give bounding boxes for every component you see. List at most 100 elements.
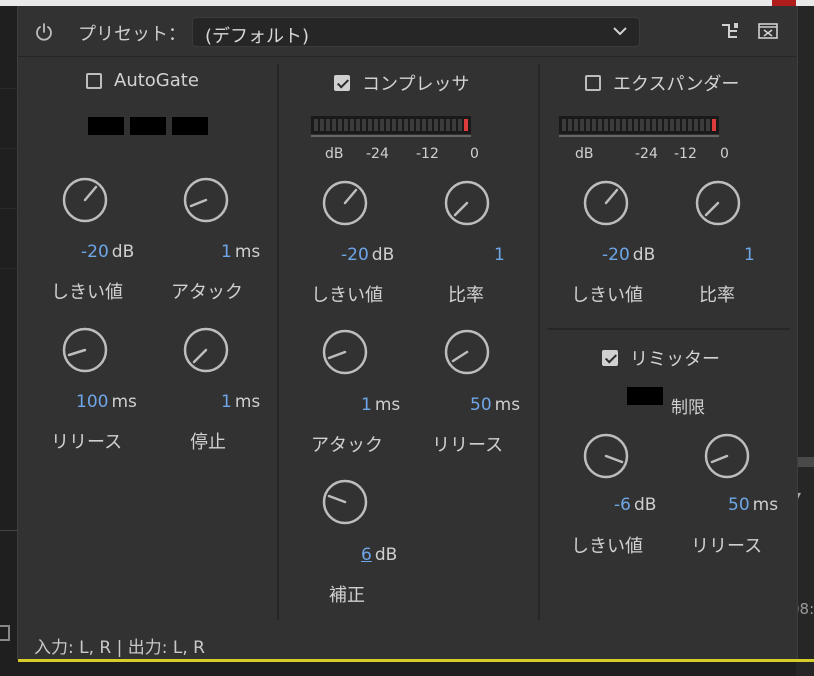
limiter-header[interactable]: リミッター [602,345,720,371]
meter-segment [434,119,438,131]
limiter-release-knob[interactable] [703,432,751,480]
meter-segment [422,119,426,131]
meter-segment [440,119,444,131]
autogate-checkbox[interactable] [86,72,102,89]
limiter-checkbox[interactable] [602,350,618,366]
background-scroll-thumb[interactable] [796,457,814,467]
compressor-makeup-label: 補正 [329,585,365,606]
autogate-threshold-label: しきい値 [51,282,123,303]
autogate-release-label: リリース [51,432,123,453]
autogate-threshold-knob[interactable] [61,176,109,224]
meter-segment [682,119,686,131]
limiter-release-value[interactable]: 50 ms [728,495,778,515]
meter-segment [700,119,704,131]
autogate-hold-knob[interactable] [182,326,230,374]
compressor-threshold-value[interactable]: -20 dB [341,245,394,265]
compressor-header[interactable]: コンプレッサ [334,70,469,96]
compressor-level-meter [311,116,471,137]
expander-meter-scale-label: -12 [674,146,697,162]
background-yellow-bar [18,659,814,662]
autogate-attack-knob[interactable] [182,176,230,224]
meter-segment [392,119,396,131]
compressor-title: コンプレッサ [362,74,470,95]
meter-segment [416,119,420,131]
expander-ratio-knob[interactable] [694,179,742,227]
meter-segment [574,119,578,131]
chevron-down-icon [613,27,627,36]
limiter-threshold-value[interactable]: -6 dB [614,495,656,515]
expander-header[interactable]: エクスパンダー [585,70,739,96]
expander-title: エクスパンダー [613,74,740,95]
compressor-meter-scale-label: dB [325,146,344,162]
channel-routing-icon[interactable] [720,22,740,40]
meter-segment [664,119,668,131]
compressor-meter-scale-label: 0 [470,146,479,162]
meter-segment [670,119,674,131]
compressor-ratio-label: 比率 [448,285,484,306]
meter-segment [598,119,602,131]
meter-segment [634,119,638,131]
meter-segment [688,119,692,131]
compressor-attack-value[interactable]: 1 ms [361,395,400,415]
autogate-threshold-value[interactable]: -20 dB [81,242,134,262]
background-timeline [796,6,814,676]
compressor-ratio-knob[interactable] [443,179,491,227]
expander-threshold-value[interactable]: -20 dB [602,245,655,265]
expander-checkbox[interactable] [585,75,601,91]
header-divider [18,56,797,57]
compressor-threshold-knob[interactable] [321,179,369,227]
compressor-release-knob[interactable] [443,328,491,376]
meter-segment [652,119,656,131]
meter-segment [386,119,390,131]
meter-segment [592,119,596,131]
autogate-hold-label: 停止 [190,432,226,453]
io-channels-status: 入力: L, R | 出力: L, R [34,638,205,658]
autogate-title: AutoGate [114,70,199,91]
meter-segment [622,119,626,131]
meter-segment [458,119,462,131]
meter-segment [380,119,384,131]
column-divider [538,64,540,620]
compressor-attack-label: アタック [311,435,383,456]
meter-segment [398,119,402,131]
expander-meter-scale-label: dB [575,146,594,162]
compressor-attack-knob[interactable] [321,328,369,376]
compressor-ratio-value[interactable]: 1 [494,245,505,265]
meter-segment [350,119,354,131]
autogate-release-value[interactable]: 100 ms [76,392,137,412]
limiter-threshold-label: しきい値 [571,536,643,557]
compressor-checkbox[interactable] [334,75,350,91]
meter-segment [410,119,414,131]
meter-segment [640,119,644,131]
power-icon[interactable] [34,22,54,42]
meter-segment [338,119,342,131]
meter-segment [314,119,318,131]
autogate-header[interactable]: AutoGate [86,70,199,91]
expander-ratio-value[interactable]: 1 [744,245,755,265]
autogate-hold-value[interactable]: 1 ms [221,392,260,412]
meter-peak-segment [464,119,468,131]
expander-threshold-knob[interactable] [582,179,630,227]
expander-threshold-label: しきい値 [571,285,643,306]
autogate-release-knob[interactable] [61,326,109,374]
close-panel-icon[interactable] [758,23,778,39]
expander-level-meter [559,116,719,137]
gate-indicator [130,117,166,135]
autogate-attack-value[interactable]: 1 ms [221,242,260,262]
meter-segment [586,119,590,131]
meter-segment [562,119,566,131]
compressor-threshold-label: しきい値 [311,285,383,306]
dialog-header: プリセット： (デフォルト) [18,6,797,56]
preset-dropdown[interactable]: (デフォルト) [192,17,640,47]
meter-segment [580,119,584,131]
meter-segment [356,119,360,131]
limiter-threshold-knob[interactable] [582,432,630,480]
compressor-release-value[interactable]: 50 ms [470,395,520,415]
compressor-makeup-knob[interactable] [321,478,369,526]
meter-segment [362,119,366,131]
background-edge-icon [0,625,10,641]
gate-indicator [172,117,208,135]
preset-label: プリセット： [78,24,186,45]
meter-segment [646,119,650,131]
compressor-makeup-value[interactable]: 6 dB [361,545,397,565]
